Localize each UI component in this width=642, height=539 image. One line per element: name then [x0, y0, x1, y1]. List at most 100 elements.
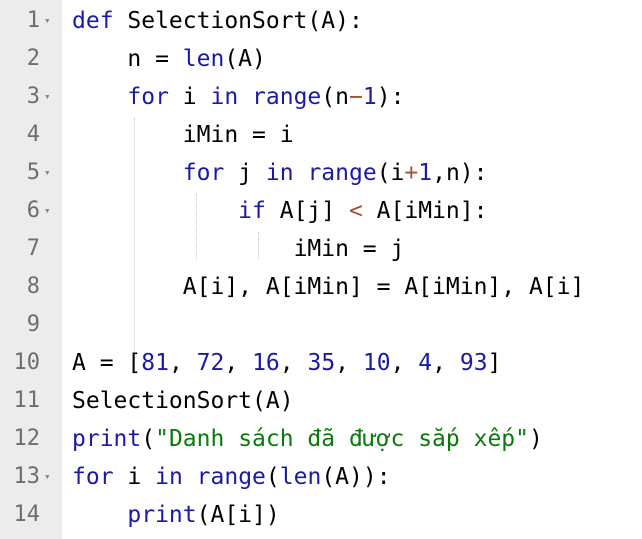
code-line-4[interactable]: 4 iMin = i — [0, 116, 642, 154]
code-token: iMin = j — [293, 236, 405, 262]
code-token: i — [168, 84, 211, 110]
code-line-12[interactable]: 12 print("Danh sách đã được sắp xếp") — [0, 420, 642, 458]
keyword: in — [210, 84, 239, 110]
keyword: in — [155, 464, 183, 490]
builtin-function: range — [307, 160, 377, 186]
line-number: 3 — [26, 84, 40, 109]
comma: , — [168, 350, 197, 376]
line-number: 11 — [13, 388, 41, 413]
code-token: A = [ — [72, 350, 142, 376]
code-text: n = len(A) — [72, 40, 266, 78]
code-token: ( — [265, 464, 280, 490]
code-text: for i in range(len(A)): — [72, 458, 391, 496]
code-token: n = — [127, 46, 183, 72]
line-number: 14 — [13, 502, 41, 527]
code-token: SelectionSort(A) — [72, 388, 294, 414]
number-literal: 93 — [459, 350, 488, 376]
code-text: A[i], A[iMin] = A[iMin], A[i] — [72, 268, 585, 306]
code-line-8[interactable]: 8 A[i], A[iMin] = A[iMin], A[i] — [0, 268, 642, 306]
fold-arrow-icon[interactable]: ▾ — [44, 78, 51, 116]
comma: , — [390, 350, 419, 376]
code-line-11[interactable]: 11 SelectionSort(A) — [0, 382, 642, 420]
code-token: ( — [141, 426, 156, 452]
code-text: SelectionSort(A) — [72, 382, 294, 420]
code-line-9[interactable]: 9 — [0, 306, 642, 344]
keyword: if — [238, 198, 266, 224]
code-token: A[i], A[iMin] = A[iMin], A[i] — [182, 274, 585, 300]
code-line-1[interactable]: 1 ▾ def SelectionSort(A): — [0, 2, 642, 40]
code-text: for i in range(n−1): — [72, 78, 404, 116]
code-token: (i — [376, 160, 405, 186]
line-number: 10 — [13, 350, 41, 375]
number-literal: 1 — [418, 160, 433, 186]
code-text: print(A[i]) — [72, 496, 280, 534]
line-number: 4 — [26, 122, 40, 147]
code-token: ] — [487, 350, 502, 376]
line-number: 8 — [26, 274, 40, 299]
operator: + — [404, 160, 419, 186]
code-token: iMin = i — [182, 122, 294, 148]
keyword: def — [72, 8, 114, 34]
string-literal: "Danh sách đã được sắp xếp" — [155, 426, 529, 452]
code-line-13[interactable]: 13 ▾ for i in range(len(A)): — [0, 458, 642, 496]
code-line-6[interactable]: 6 ▾ if A[j] < A[iMin]: — [0, 192, 642, 230]
line-number: 6 — [26, 198, 40, 223]
fold-arrow-icon[interactable]: ▾ — [44, 192, 51, 230]
code-text: for j in range(i+1,n): — [72, 154, 488, 192]
operator: < — [348, 198, 363, 224]
fold-arrow-icon[interactable]: ▾ — [44, 458, 51, 496]
code-text: A = [81, 72, 16, 35, 10, 4, 93] — [72, 344, 501, 382]
number-literal: 10 — [362, 350, 391, 376]
line-number: 12 — [13, 426, 41, 451]
fold-arrow-icon[interactable]: ▾ — [44, 2, 51, 40]
code-line-14[interactable]: 14 print(A[i]) — [0, 496, 642, 534]
code-line-5[interactable]: 5 ▾ for j in range(i+1,n): — [0, 154, 642, 192]
builtin-function: print — [127, 502, 197, 528]
code-token: A[iMin]: — [362, 198, 488, 224]
code-token: SelectionSort(A): — [113, 8, 363, 34]
code-line-2[interactable]: 2 n = len(A) — [0, 40, 642, 78]
code-text: iMin = i — [72, 116, 294, 154]
line-number: 1 — [26, 8, 40, 33]
code-token: ,n): — [432, 160, 488, 186]
number-literal: 72 — [196, 350, 225, 376]
comma: , — [279, 350, 308, 376]
code-text: def SelectionSort(A): — [72, 2, 363, 40]
keyword: for — [72, 464, 114, 490]
code-token: (A)): — [321, 464, 391, 490]
line-number: 5 — [26, 160, 40, 185]
builtin-function: range — [252, 84, 322, 110]
builtin-function: len — [279, 464, 322, 490]
code-token: (A[i]) — [196, 502, 280, 528]
operator: − — [349, 84, 363, 110]
code-line-10[interactable]: 10 A = [81, 72, 16, 35, 10, 4, 93] — [0, 344, 642, 382]
code-token: i — [113, 464, 156, 490]
number-literal: 35 — [307, 350, 336, 376]
line-number: 2 — [26, 46, 40, 71]
line-number: 7 — [26, 236, 40, 261]
line-number: 9 — [26, 312, 40, 337]
fold-arrow-icon[interactable]: ▾ — [44, 154, 51, 192]
keyword: for — [127, 84, 169, 110]
code-token: (A) — [224, 46, 266, 72]
code-line-3[interactable]: 3 ▾ for i in range(n−1): — [0, 78, 642, 116]
code-token: j — [224, 160, 266, 186]
code-editor[interactable]: 1 ▾ def SelectionSort(A): 2 n = len(A) 3… — [0, 0, 642, 539]
code-line-7[interactable]: 7 iMin = j — [0, 230, 642, 268]
code-text: print("Danh sách đã được sắp xếp") — [72, 420, 543, 458]
code-token: ) — [528, 426, 543, 452]
code-text: if A[j] < A[iMin]: — [72, 192, 487, 230]
code-text: iMin = j — [72, 230, 405, 268]
keyword: for — [182, 160, 225, 186]
number-literal: 81 — [141, 350, 169, 376]
number-literal: 1 — [362, 84, 377, 110]
